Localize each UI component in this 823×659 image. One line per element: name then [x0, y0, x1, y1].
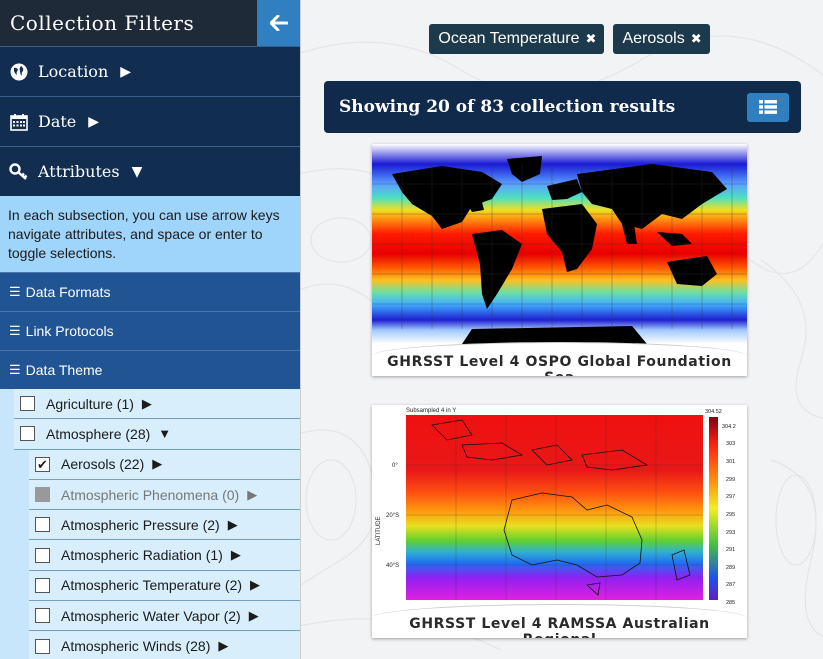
list-view-icon	[759, 100, 777, 114]
nav-label: Attributes	[38, 162, 120, 181]
colorbar-tick: 297	[726, 494, 735, 500]
nav-label: Location	[38, 62, 109, 81]
colorbar-tick: 304.2	[722, 424, 736, 430]
sidebar-title: Collection Filters	[10, 11, 195, 35]
expand-arrow-icon[interactable]: ▶	[152, 456, 162, 472]
lat-axis-label: LATITUDE	[376, 516, 382, 545]
filter-chip-ocean-temperature[interactable]: Ocean Temperature ✖	[429, 24, 605, 54]
calendar-icon	[9, 113, 29, 131]
remove-filter-icon[interactable]: ✖	[691, 31, 702, 47]
lat-tick: 0°	[392, 463, 398, 469]
theme-item-atmospheric-water-vapor[interactable]: Atmospheric Water Vapor (2) ▶	[29, 601, 300, 632]
expand-arrow-icon: ▶	[247, 486, 258, 502]
theme-item-atmospheric-temperature[interactable]: Atmospheric Temperature (2) ▶	[29, 570, 300, 602]
theme-item-label: Agriculture (1)	[46, 395, 134, 412]
list-view-toggle[interactable]	[747, 92, 789, 122]
colorbar-tick: 299	[726, 477, 735, 483]
subsection-data-theme[interactable]: ☰ Data Theme	[0, 350, 300, 389]
checkbox[interactable]	[35, 638, 50, 654]
theme-item-aerosols[interactable]: ✔ Aerosols (22) ▶	[29, 449, 300, 480]
collapse-arrow-icon: ▼	[131, 163, 143, 180]
subsection-link-protocols[interactable]: ☰ Link Protocols	[0, 311, 300, 350]
results-header: Showing 20 of 83 collection results	[324, 81, 801, 133]
theme-item-label: Atmospheric Winds (28)	[61, 638, 211, 655]
theme-item-atmospheric-radiation[interactable]: Atmospheric Radiation (1) ▶	[29, 540, 300, 571]
checkbox[interactable]	[20, 396, 35, 412]
nav-label: Date	[38, 112, 77, 131]
checkbox[interactable]	[35, 517, 50, 533]
collapse-arrow-icon[interactable]: ▼	[158, 426, 171, 441]
theme-item-atmospheric-winds[interactable]: Atmospheric Winds (28) ▶	[29, 631, 300, 659]
theme-item-label: Atmosphere (28)	[46, 425, 151, 442]
results-panel: Ocean Temperature ✖ Aerosols ✖ Showing 2…	[300, 0, 823, 659]
nav-date[interactable]: Date ▶	[0, 96, 300, 146]
hamburger-icon: ☰	[9, 323, 21, 338]
expand-arrow-icon[interactable]: ▶	[228, 517, 238, 533]
theme-item-atmospheric-pressure[interactable]: Atmospheric Pressure (2) ▶	[29, 510, 300, 541]
subsection-data-formats[interactable]: ☰ Data Formats	[0, 272, 300, 311]
checkbox[interactable]	[35, 608, 50, 624]
chip-label: Ocean Temperature	[438, 30, 580, 47]
colorbar-max-label: 304.52	[705, 409, 722, 415]
remove-filter-icon[interactable]: ✖	[586, 31, 597, 47]
collection-title: GHRSST Level 4 OSPO Global Foundation Se…	[372, 342, 747, 376]
collection-title: GHRSST Level 4 RAMSSA Australian Regiona…	[372, 604, 747, 638]
key-icon	[9, 162, 29, 181]
theme-item-label: Atmospheric Water Vapor (2)	[61, 607, 241, 624]
theme-item-agriculture[interactable]: Agriculture (1) ▶	[14, 389, 300, 420]
attributes-help-text: In each subsection, you can use arrow ke…	[0, 196, 300, 272]
collection-thumbnail	[372, 144, 747, 344]
expand-arrow-icon[interactable]: ▶	[231, 547, 241, 563]
theme-item-atmospheric-phenomena: Atmospheric Phenomena (0) ▶	[29, 479, 300, 511]
nav-attributes[interactable]: Attributes ▼	[0, 146, 300, 196]
colorbar-tick: 295	[726, 512, 735, 518]
colorbar-tick: 291	[726, 547, 735, 553]
collection-card[interactable]: GHRSST Level 4 OSPO Global Foundation Se…	[372, 144, 747, 376]
subsection-label: Link Protocols	[25, 323, 114, 339]
expand-arrow-icon[interactable]: ▶	[250, 577, 260, 593]
nav-location[interactable]: Location ▶	[0, 46, 300, 96]
collection-thumbnail: Subsampled 4 in Y 0° 20°S 40°S LATITUDE	[372, 405, 747, 610]
expand-arrow-icon: ▶	[88, 113, 100, 130]
expand-arrow-icon[interactable]: ▶	[218, 638, 228, 654]
subsection-label: Data Formats	[25, 284, 111, 300]
filter-sidebar: Collection Filters Location ▶ Date ▶ Att…	[0, 0, 300, 659]
theme-item-label: Atmospheric Phenomena (0)	[61, 486, 240, 503]
active-filter-chips: Ocean Temperature ✖ Aerosols ✖	[301, 24, 823, 54]
checkbox[interactable]	[20, 426, 35, 442]
checkbox[interactable]	[35, 577, 50, 593]
hamburger-icon: ☰	[9, 362, 21, 377]
checkbox[interactable]	[35, 547, 50, 563]
lat-tick: 20°S	[386, 513, 399, 519]
theme-item-label: Atmospheric Pressure (2)	[61, 516, 220, 533]
colorbar-tick: 293	[726, 530, 735, 536]
sidebar-header: Collection Filters	[0, 0, 300, 46]
globe-icon	[9, 63, 29, 81]
results-count: Showing 20 of 83 collection results	[339, 97, 676, 117]
colorbar-tick: 289	[726, 565, 735, 571]
colorbar-tick: 287	[726, 582, 735, 588]
checkbox-disabled	[35, 487, 50, 503]
theme-item-label: Aerosols (22)	[61, 456, 145, 473]
colorbar-tick: 301	[726, 459, 735, 465]
data-theme-list: Agriculture (1) ▶ Atmosphere (28) ▼ ✔ Ae…	[0, 389, 300, 659]
expand-arrow-icon[interactable]: ▶	[142, 396, 152, 412]
subsection-label: Data Theme	[25, 362, 103, 378]
theme-item-atmosphere[interactable]: Atmosphere (28) ▼	[14, 419, 300, 450]
filter-chip-aerosols[interactable]: Aerosols ✖	[613, 24, 710, 54]
collapse-sidebar-button[interactable]	[257, 0, 300, 46]
colorbar-tick: 303	[726, 441, 735, 447]
theme-item-label: Atmospheric Radiation (1)	[61, 547, 223, 564]
arrow-left-icon	[269, 15, 288, 31]
collection-card[interactable]: Subsampled 4 in Y 0° 20°S 40°S LATITUDE	[372, 405, 747, 638]
map-header-text: Subsampled 4 in Y	[406, 408, 456, 414]
chip-label: Aerosols	[622, 30, 685, 47]
checkbox-checked[interactable]: ✔	[35, 456, 50, 472]
colorbar-tick: 285	[726, 600, 735, 606]
lat-tick: 40°S	[386, 563, 399, 569]
theme-item-label: Atmospheric Temperature (2)	[61, 577, 243, 594]
expand-arrow-icon[interactable]: ▶	[249, 608, 259, 624]
expand-arrow-icon: ▶	[120, 63, 132, 80]
hamburger-icon: ☰	[9, 284, 21, 299]
